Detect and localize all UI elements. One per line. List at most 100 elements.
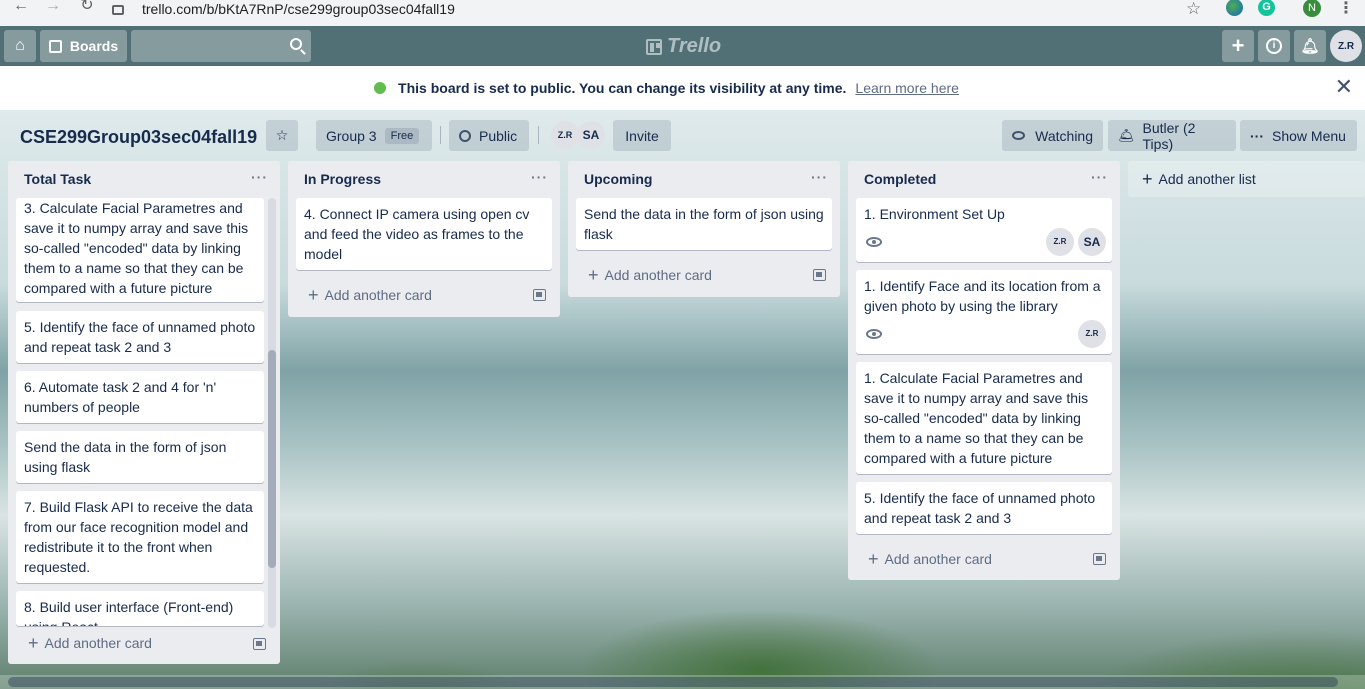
list-card[interactable]: 8. Build user interface (Front-end) usin… (16, 591, 264, 626)
list-in-progress: In Progress ··· 4. Connect IP camera usi… (288, 161, 560, 317)
invite-button[interactable]: Invite (613, 120, 671, 151)
show-menu-button[interactable]: ··· Show Menu (1240, 120, 1357, 151)
list-upcoming: Upcoming ··· Send the data in the form o… (568, 161, 840, 297)
trello-logo-icon (646, 38, 662, 55)
board-horizontal-scrollbar[interactable] (0, 675, 1365, 689)
eye-icon (1012, 131, 1026, 140)
back-icon[interactable]: ← (6, 0, 36, 14)
add-card-button[interactable]: + Add another card (308, 286, 432, 304)
team-name: Group 3 (326, 127, 377, 144)
card-template-icon[interactable] (253, 638, 266, 650)
browser-profile-avatar[interactable]: N (1303, 0, 1321, 17)
board-member-avatar[interactable]: SA (577, 121, 605, 149)
notifications-button[interactable]: 🔔︎ (1294, 30, 1326, 62)
bell-icon: 🔔︎ (1300, 38, 1320, 55)
watching-button[interactable]: Watching (1002, 120, 1103, 151)
globe-icon (374, 82, 387, 94)
butler-label: Butler (2 Tips) (1142, 119, 1196, 152)
card-template-icon[interactable] (533, 289, 546, 301)
card-title: 1. Identify Face and its location from a… (864, 278, 1101, 314)
card-title: 7. Build Flask API to receive the data f… (24, 499, 253, 575)
bookmark-star-icon[interactable]: ☆ (1186, 0, 1201, 19)
visibility-button[interactable]: Public (449, 120, 529, 151)
list-card[interactable]: Send the data in the form of json using … (576, 198, 832, 250)
list-card[interactable]: 1. Calculate Facial Parametres and save … (856, 362, 1112, 474)
card-member-avatar[interactable]: Z.R (1078, 320, 1106, 348)
card-title: 4. Connect IP camera using open cv and f… (304, 206, 530, 262)
close-icon[interactable]: ✕ (1335, 76, 1353, 98)
butler-button[interactable]: 🛎︎ Butler (2 Tips) (1108, 119, 1236, 152)
list-card[interactable]: Send the data in the form of json using … (16, 431, 264, 483)
learn-more-link[interactable]: Learn more here (855, 80, 959, 96)
list-total-task: Total Task ··· 3. Calculate Facial Param… (8, 161, 280, 664)
team-button[interactable]: Group 3 Free (316, 120, 432, 151)
divider (538, 126, 539, 144)
card-template-icon[interactable] (1093, 553, 1106, 565)
butler-icon: 🛎︎ (1118, 127, 1135, 143)
card-title: 6. Automate task 2 and 4 for 'n' numbers… (24, 379, 217, 415)
card-member-avatar[interactable]: SA (1078, 228, 1106, 256)
forward-icon[interactable]: → (38, 0, 68, 14)
list-menu-icon[interactable]: ··· (251, 169, 268, 185)
list-completed: Completed ··· 1. Environment Set Up Z.R … (848, 161, 1120, 580)
list-card[interactable]: 5. Identify the face of unnamed photo an… (856, 482, 1112, 534)
visibility-label: Public (479, 127, 518, 144)
list-scrollbar-thumb[interactable] (268, 350, 276, 568)
board-member-avatar[interactable]: Z.R (551, 121, 579, 149)
show-menu-label: Show Menu (1272, 127, 1346, 144)
card-title: Send the data in the form of json using … (24, 439, 227, 475)
boards-button[interactable]: Boards (40, 30, 127, 62)
add-list-button[interactable]: + Add another list (1128, 161, 1365, 197)
extension-globe-icon[interactable] (1226, 0, 1243, 16)
home-button[interactable]: ⌂ (4, 30, 36, 62)
browser-menu-icon[interactable]: ⋮ (1338, 0, 1354, 18)
create-button[interactable]: + (1222, 30, 1254, 62)
lock-icon (112, 5, 124, 15)
list-card[interactable]: 1. Identify Face and its location from a… (856, 270, 1112, 354)
card-title: 3. Calculate Facial Parametres and save … (24, 200, 249, 296)
board-title[interactable]: CSE299Group03sec04fall19 (20, 127, 257, 148)
banner-message: This board is set to public. You can cha… (398, 80, 847, 96)
star-icon: ☆ (275, 127, 289, 143)
star-board-button[interactable]: ☆ (266, 120, 298, 151)
list-title[interactable]: Total Task (24, 171, 91, 187)
trello-header: ⌂ Boards Trello + i 🔔︎ Z.R (0, 26, 1365, 66)
plus-icon: + (588, 265, 599, 285)
divider (440, 126, 441, 144)
trello-logo[interactable]: Trello (646, 35, 721, 58)
watching-label: Watching (1035, 127, 1093, 144)
list-card[interactable]: 3. Calculate Facial Parametres and save … (16, 198, 264, 302)
info-button[interactable]: i (1258, 30, 1290, 62)
card-member-avatar[interactable]: Z.R (1046, 228, 1074, 256)
add-card-label: Add another card (884, 551, 992, 567)
list-card[interactable]: 5. Identify the face of unnamed photo an… (16, 311, 264, 363)
globe-icon (459, 129, 471, 142)
list-menu-icon[interactable]: ··· (1091, 169, 1108, 185)
member-avatar[interactable]: Z.R (1330, 30, 1362, 62)
search-icon (290, 38, 302, 50)
add-card-button[interactable]: + Add another card (588, 265, 712, 285)
list-menu-icon[interactable]: ··· (811, 169, 828, 185)
watch-eye-icon (866, 237, 882, 247)
list-title[interactable]: Upcoming (584, 171, 652, 187)
list-title[interactable]: In Progress (304, 171, 381, 187)
add-card-button[interactable]: + Add another card (868, 549, 992, 569)
list-menu-icon[interactable]: ··· (531, 169, 548, 185)
reload-icon[interactable]: ↻ (72, 0, 102, 14)
board-scrollbar-thumb[interactable] (8, 677, 1338, 687)
boards-label: Boards (69, 38, 119, 54)
list-card[interactable]: 4. Connect IP camera using open cv and f… (296, 198, 552, 270)
list-title[interactable]: Completed (864, 171, 936, 187)
list-card[interactable]: 7. Build Flask API to receive the data f… (16, 491, 264, 583)
plan-badge: Free (384, 127, 420, 144)
info-icon: i (1266, 38, 1282, 54)
search-input[interactable] (131, 30, 311, 62)
url-text: trello.com/b/bKtA7RnP/cse299group03sec04… (142, 1, 455, 17)
address-bar[interactable]: trello.com/b/bKtA7RnP/cse299group03sec04… (112, 0, 455, 18)
plus-icon: + (868, 549, 879, 569)
list-card[interactable]: 1. Environment Set Up Z.R SA (856, 198, 1112, 262)
add-card-button[interactable]: + Add another card (28, 634, 152, 652)
card-template-icon[interactable] (813, 269, 826, 281)
grammarly-icon[interactable]: G (1258, 0, 1275, 16)
list-card[interactable]: 6. Automate task 2 and 4 for 'n' numbers… (16, 371, 264, 423)
